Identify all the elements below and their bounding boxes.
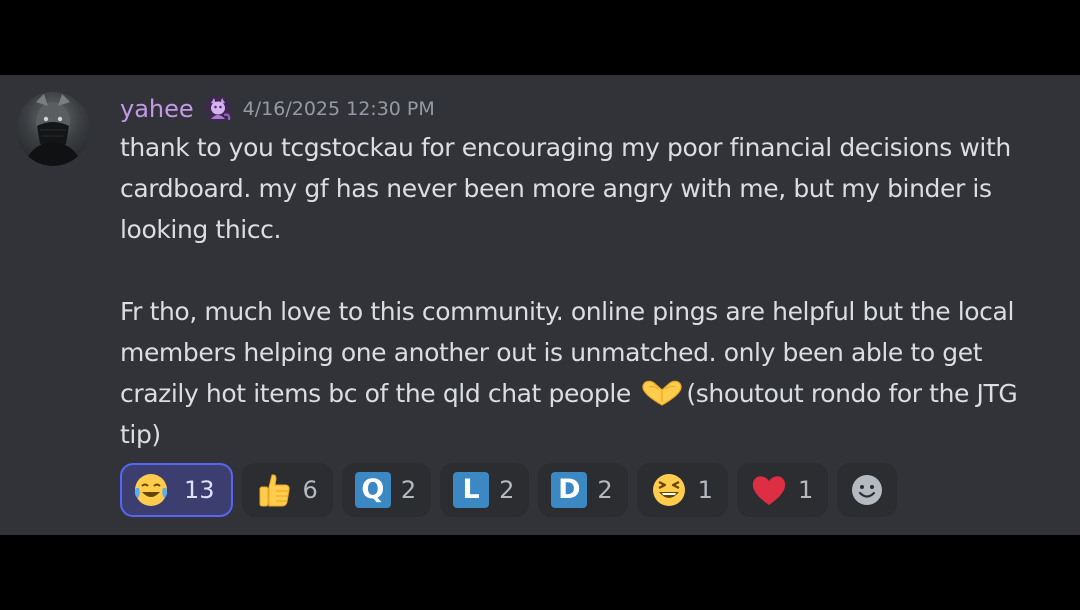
reaction-thumbs-up[interactable]: 6 bbox=[241, 463, 333, 517]
heart-hands-emoji-icon[interactable] bbox=[640, 378, 684, 406]
reaction-count: 6 bbox=[302, 476, 318, 504]
username[interactable]: yahee bbox=[120, 93, 194, 125]
reaction-count: 2 bbox=[597, 476, 613, 504]
reaction-count: 13 bbox=[184, 476, 215, 504]
message-timestamp[interactable]: 4/16/2025 12:30 PM bbox=[243, 93, 435, 125]
reaction-letter-d[interactable]: D 2 bbox=[538, 463, 628, 517]
reaction-letter-l[interactable]: L 2 bbox=[440, 463, 530, 517]
reaction-count: 1 bbox=[697, 476, 713, 504]
avatar-image-icon bbox=[24, 94, 82, 166]
regional-indicator-d-icon: D bbox=[551, 472, 588, 508]
joy-emoji-icon bbox=[132, 471, 170, 509]
reactions-bar: 13 6 Q 2 L 2 D 2 1 1 bbox=[120, 463, 898, 517]
message-paragraph-2: Fr tho, much love to this community. onl… bbox=[120, 291, 1065, 455]
message-content: thank to you tcgstockau for encouraging … bbox=[120, 127, 1065, 455]
add-reaction-smiley-icon bbox=[852, 475, 883, 505]
message-paragraph-1: thank to you tcgstockau for encouraging … bbox=[120, 133, 1011, 244]
red-heart-emoji-icon bbox=[750, 471, 788, 509]
reaction-red-heart[interactable]: 1 bbox=[736, 463, 829, 517]
reaction-count: 2 bbox=[400, 476, 417, 504]
regional-indicator-q-icon: Q bbox=[354, 472, 391, 508]
reaction-laughing[interactable]: 1 bbox=[636, 463, 728, 517]
purple-mewtwo-role-icon[interactable] bbox=[202, 93, 234, 125]
reaction-count: 1 bbox=[797, 476, 814, 504]
laughing-emoji-icon bbox=[650, 471, 688, 509]
regional-indicator-l-icon: L bbox=[453, 472, 490, 508]
reaction-joy[interactable]: 13 bbox=[120, 463, 233, 517]
add-reaction-button[interactable] bbox=[837, 463, 898, 517]
message-header: yahee 4/16/2025 12:30 PM bbox=[120, 93, 435, 125]
reaction-count: 2 bbox=[499, 476, 515, 504]
thumbs-up-emoji-icon bbox=[255, 471, 293, 509]
message-panel: yahee 4/16/2025 12:30 PM thank to you tc… bbox=[0, 75, 1080, 535]
user-avatar[interactable] bbox=[16, 92, 90, 166]
reaction-letter-q[interactable]: Q 2 bbox=[341, 463, 432, 517]
